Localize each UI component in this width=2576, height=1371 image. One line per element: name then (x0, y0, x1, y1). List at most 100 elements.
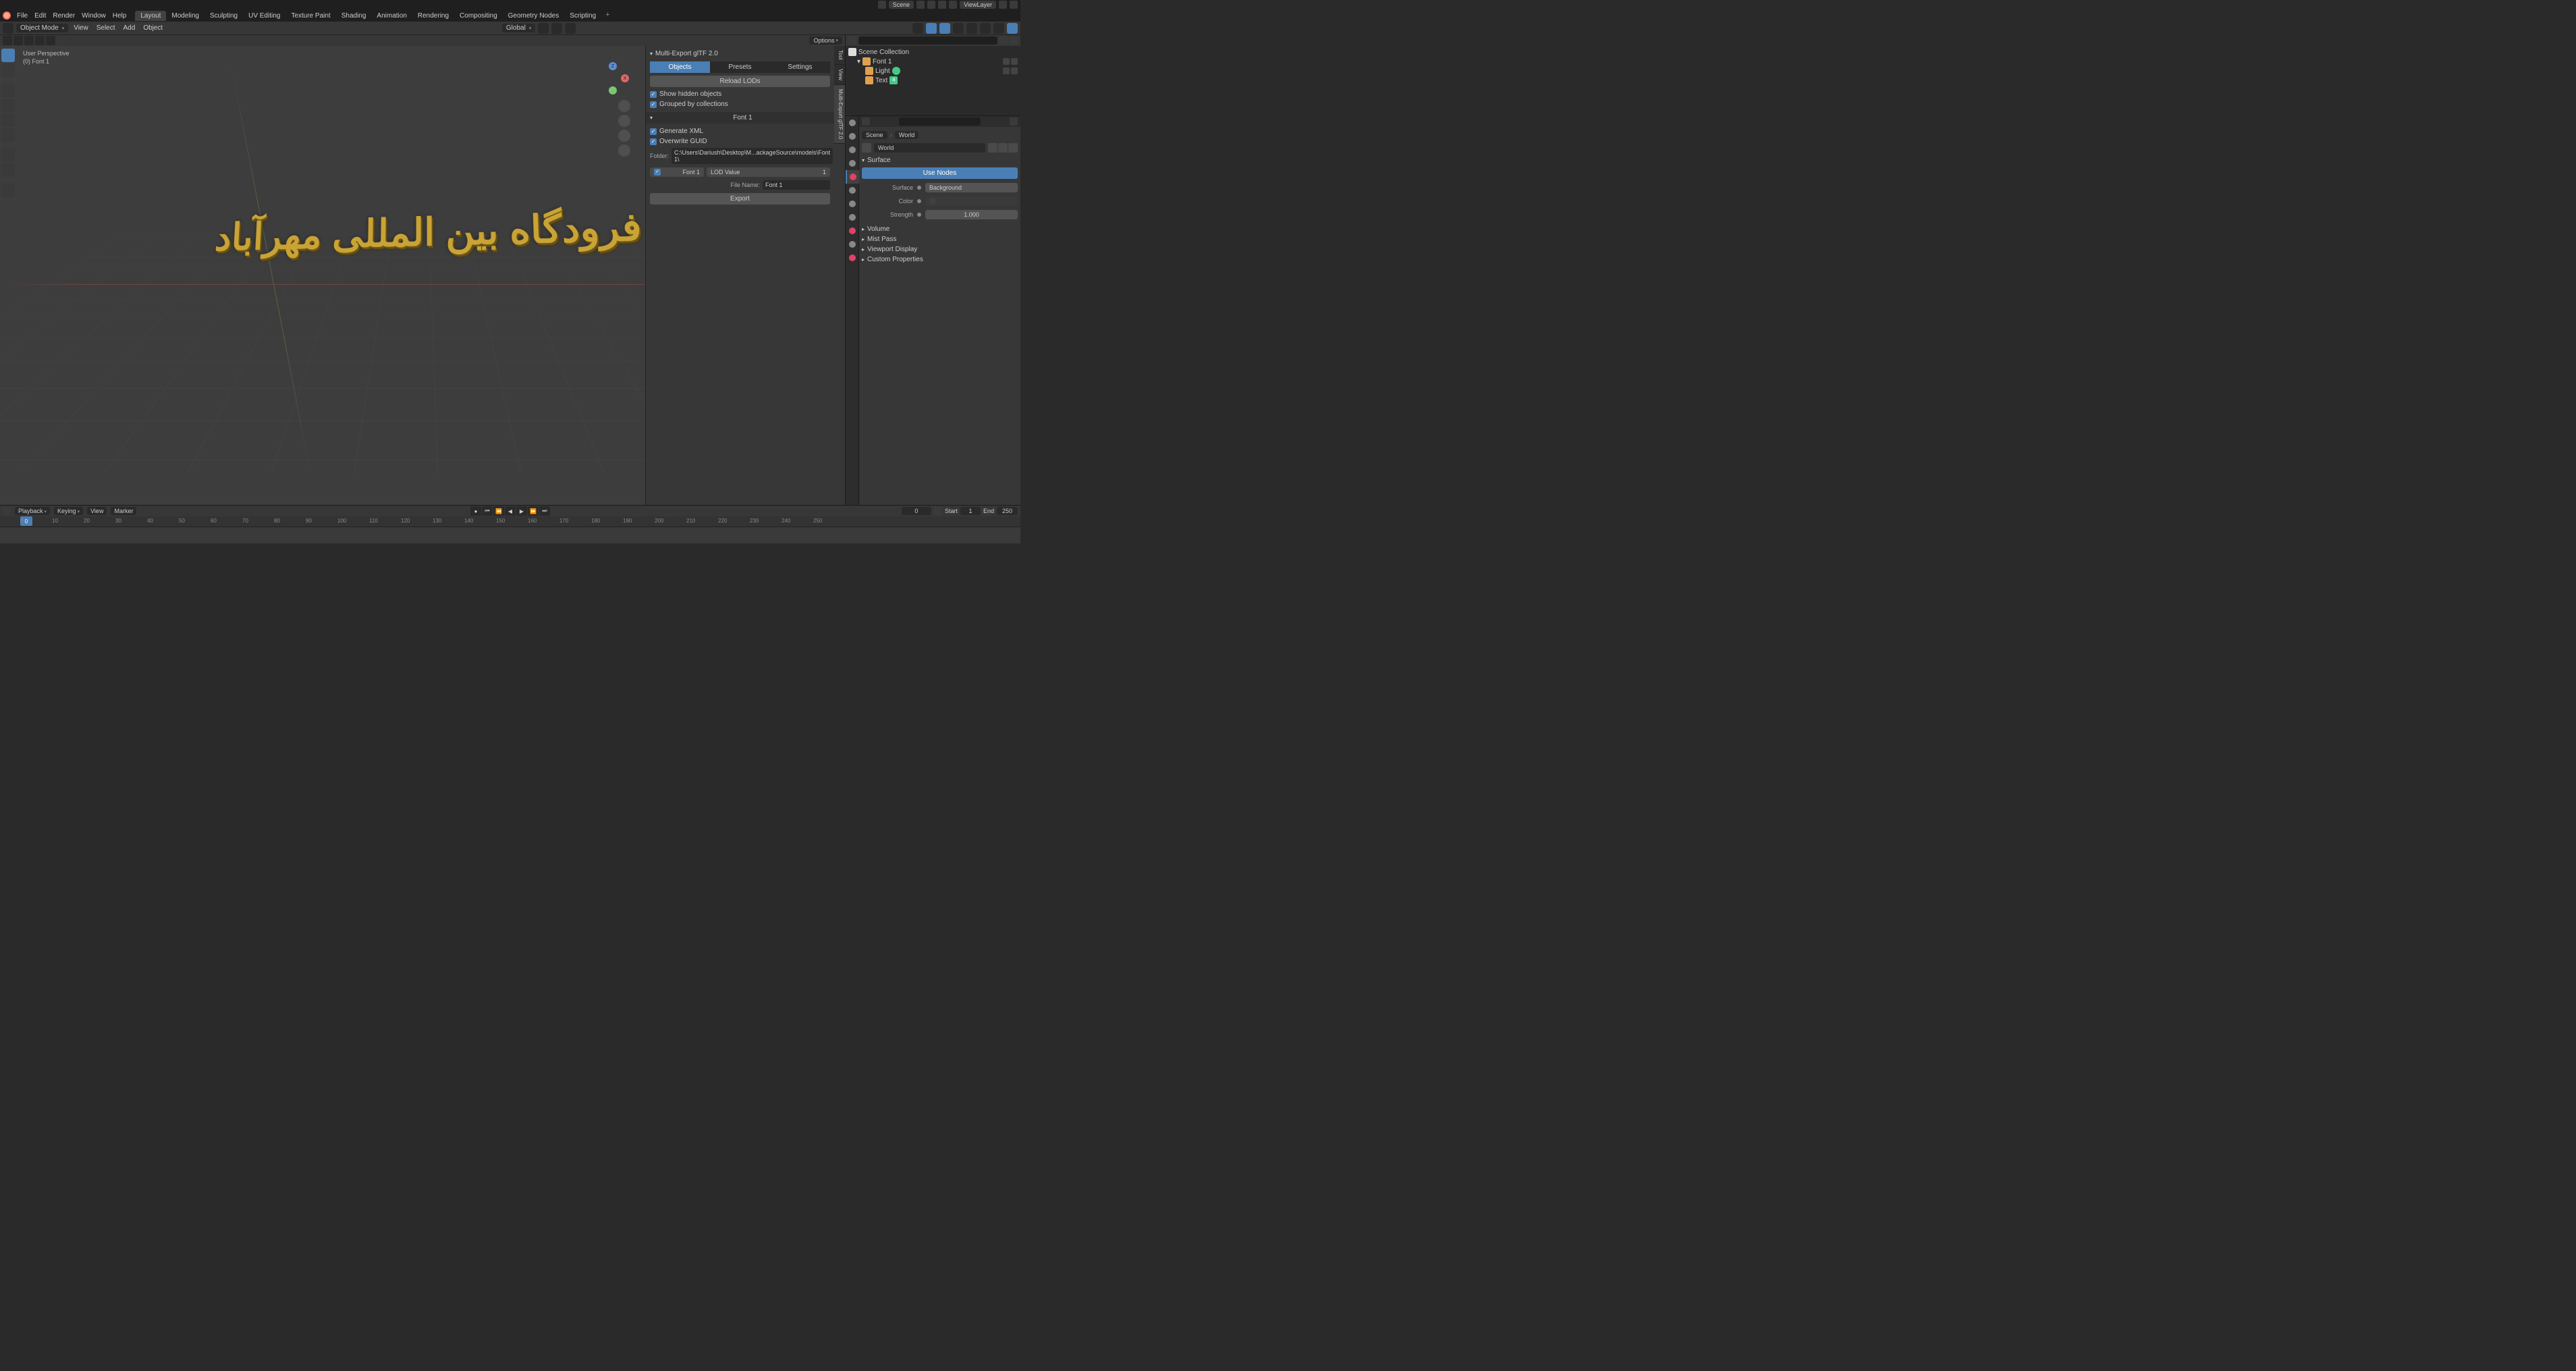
workspace-tab-uvediting[interactable]: UV Editing (243, 11, 285, 21)
object-visibility-icon[interactable] (912, 23, 923, 34)
prop-tab-data[interactable] (846, 251, 859, 265)
scene-new-icon[interactable] (916, 1, 925, 9)
gizmo-y-axis[interactable] (609, 86, 617, 95)
workspace-tab-layout[interactable]: Layout (135, 11, 166, 21)
nav-pan-icon[interactable] (618, 115, 630, 127)
section-mistpass[interactable]: ▸Mist Pass (862, 234, 1018, 244)
prop-tab-viewlayer[interactable] (846, 143, 859, 157)
menu-object[interactable]: Object (140, 24, 165, 32)
play-reverse-icon[interactable]: ◀ (505, 506, 516, 516)
menu-select[interactable]: Select (94, 24, 118, 32)
show-hidden-checkbox[interactable]: ✓Show hidden objects (650, 89, 830, 99)
workspace-add-icon[interactable]: + (601, 11, 613, 21)
tool-cursor-icon[interactable] (1, 63, 15, 77)
gizmo-x-axis[interactable]: X (621, 74, 629, 82)
scene-delete-icon[interactable] (938, 1, 946, 9)
outliner-item-text[interactable]: Text a (848, 76, 1018, 85)
tool-measure-icon[interactable] (1, 163, 15, 177)
tool-move-icon[interactable] (1, 84, 15, 97)
gizmo-z-axis[interactable]: Z (609, 62, 617, 70)
node-link-icon[interactable] (917, 213, 921, 217)
prop-tab-scene[interactable] (846, 157, 859, 170)
orientation-dropdown[interactable]: Global (502, 24, 535, 32)
n-tab-tool[interactable]: Tool (834, 46, 845, 65)
options-dropdown[interactable]: Options (809, 36, 842, 45)
shading-rendered-icon[interactable] (1007, 23, 1018, 34)
start-frame-field[interactable]: 1 (960, 507, 981, 515)
prop-tab-output[interactable] (846, 130, 859, 143)
keying-dropdown[interactable]: Keying (54, 507, 83, 515)
tool-rotate-icon[interactable] (1, 99, 15, 112)
world-new-icon[interactable] (998, 143, 1008, 153)
keyframe-prev-icon[interactable]: ⏪ (493, 506, 504, 516)
prop-tab-particles[interactable] (846, 211, 859, 224)
nav-camera-icon[interactable] (618, 130, 630, 142)
select-mode-e-icon[interactable] (46, 36, 55, 45)
menu-file[interactable]: File (13, 12, 31, 20)
xray-icon[interactable] (953, 23, 964, 34)
timeline-view-menu[interactable]: View (87, 507, 107, 515)
tab-settings[interactable]: Settings (770, 61, 830, 73)
outliner-scene-collection[interactable]: Scene Collection (848, 47, 1018, 57)
playback-dropdown[interactable]: Playback (15, 507, 50, 515)
workspace-tab-rendering[interactable]: Rendering (412, 11, 454, 21)
proportional-icon[interactable] (565, 23, 576, 34)
prop-tab-world[interactable] (846, 170, 859, 184)
end-frame-field[interactable]: 250 (997, 507, 1018, 515)
scene-browse-icon[interactable] (878, 1, 886, 9)
preview-range-icon[interactable] (934, 507, 942, 515)
workspace-tab-geonodes[interactable]: Geometry Nodes (503, 11, 565, 21)
menu-edit[interactable]: Edit (31, 12, 49, 20)
color-field[interactable] (925, 196, 1018, 206)
prop-tab-object[interactable] (846, 184, 859, 197)
timeline-track[interactable] (0, 527, 1020, 543)
section-customprops[interactable]: ▸Custom Properties (862, 254, 1018, 265)
select-mode-a-icon[interactable] (3, 36, 12, 45)
nav-perspective-icon[interactable] (618, 144, 630, 157)
outliner-filter-icon[interactable] (999, 36, 1008, 45)
reload-lods-button[interactable]: Reload LODs (650, 76, 830, 87)
autokey-icon[interactable]: ● (470, 506, 481, 516)
strength-value-field[interactable]: 1.000 (925, 210, 1018, 219)
world-fake-user-icon[interactable] (988, 143, 997, 153)
properties-pin-icon[interactable] (1010, 117, 1018, 126)
workspace-tab-animation[interactable]: Animation (371, 11, 412, 21)
outliner-type-icon[interactable] (848, 36, 856, 45)
object-section-header[interactable]: ▾Font 1 (646, 112, 834, 124)
generate-xml-checkbox[interactable]: ✓Generate XML (650, 126, 830, 136)
surface-value-dropdown[interactable]: Background (925, 183, 1018, 192)
prop-tab-constraints[interactable] (846, 238, 859, 251)
shading-matprev-icon[interactable] (993, 23, 1004, 34)
jump-start-icon[interactable]: ⏮ (482, 506, 493, 516)
world-unlink-icon[interactable] (1008, 143, 1018, 153)
scene-copy-icon[interactable] (927, 1, 935, 9)
workspace-tab-texturepaint[interactable]: Texture Paint (285, 11, 335, 21)
font1-lod-checkbox[interactable]: ✓Font 1 (650, 167, 704, 177)
workspace-tab-scripting[interactable]: Scripting (564, 11, 601, 21)
select-mode-d-icon[interactable] (35, 36, 45, 45)
use-nodes-button[interactable]: Use Nodes (862, 167, 1018, 179)
menu-help[interactable]: Help (109, 12, 130, 20)
outliner-item-font1[interactable]: ▾ Font 1 (848, 57, 1018, 66)
render-icon[interactable] (1011, 58, 1018, 65)
overwrite-guid-checkbox[interactable]: ✓Overwrite GUID (650, 136, 830, 146)
workspace-tab-modeling[interactable]: Modeling (166, 11, 204, 21)
section-volume[interactable]: ▸Volume (862, 224, 1018, 234)
tab-objects[interactable]: Objects (650, 61, 710, 73)
select-mode-b-icon[interactable] (13, 36, 23, 45)
menu-window[interactable]: Window (78, 12, 109, 20)
prop-tab-render[interactable] (846, 116, 859, 130)
menu-view[interactable]: View (71, 24, 91, 32)
panel-header-multiexport[interactable]: ▾ Multi-Export glTF 2.0 (650, 49, 830, 59)
menu-render[interactable]: Render (49, 12, 78, 20)
properties-search-input[interactable] (899, 117, 981, 126)
snap-icon[interactable] (551, 23, 562, 34)
n-tab-view[interactable]: View (834, 65, 845, 85)
outliner-search-input[interactable] (858, 36, 997, 45)
workspace-tab-sculpting[interactable]: Sculpting (204, 11, 243, 21)
outliner-item-light[interactable]: Light (848, 66, 1018, 76)
play-icon[interactable]: ▶ (516, 506, 527, 516)
section-viewportdisplay[interactable]: ▸Viewport Display (862, 244, 1018, 254)
mode-dropdown[interactable]: Object Mode (16, 24, 68, 32)
editor-type-icon[interactable] (3, 23, 13, 34)
